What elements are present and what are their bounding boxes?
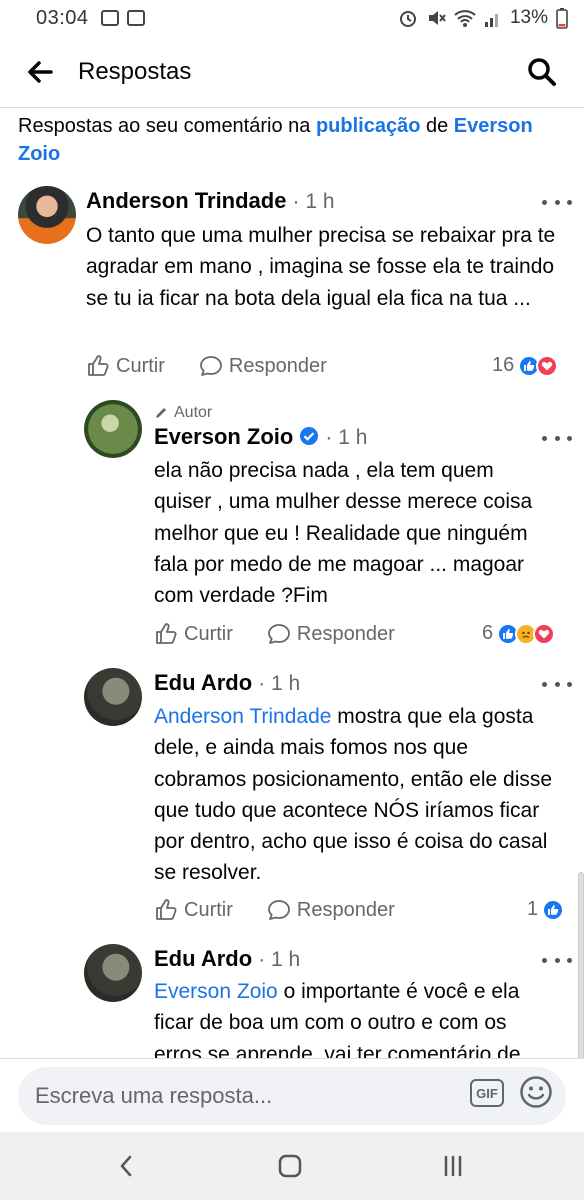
wifi-icon <box>454 10 476 27</box>
battery-icon <box>556 8 568 29</box>
emoji-icon[interactable] <box>519 1075 553 1109</box>
comment-text: Anderson Trindade mostra que ela gosta d… <box>154 705 553 885</box>
author-badge: Autor <box>154 404 212 422</box>
reaction-count: 1 <box>527 898 539 920</box>
comment-author[interactable]: Anderson Trindade <box>86 188 286 214</box>
arrow-left-icon <box>28 60 53 83</box>
reply-input[interactable]: Escreva uma resposta... GIF <box>18 1067 566 1125</box>
gif-button[interactable]: GIF <box>470 1079 504 1107</box>
reactions-summary[interactable]: 6 <box>482 622 556 645</box>
comment-text: Everson Zoio o importante é você e ela f… <box>154 980 521 1058</box>
comment-text: O tanto que uma mulher precisa se rebaix… <box>86 224 556 310</box>
comment-author[interactable]: Edu Ardo <box>154 670 252 696</box>
search-icon <box>528 57 556 86</box>
thumbs-up-icon <box>88 355 109 376</box>
voicemail-icon <box>100 10 119 26</box>
nav-back-button[interactable] <box>110 1150 142 1182</box>
comment-text: ela não precisa nada , ela tem quem quis… <box>154 459 533 608</box>
comment-bubble-icon <box>199 356 222 376</box>
comment-author[interactable]: Edu Ardo <box>154 946 252 972</box>
signal-icon <box>484 14 498 27</box>
reactions-summary[interactable]: 16 <box>492 354 559 377</box>
reactions-summary[interactable]: 1 <box>527 898 565 921</box>
like-button[interactable]: Curtir <box>154 898 233 922</box>
comment-bubble-icon <box>267 624 290 644</box>
verified-badge-icon <box>300 427 319 445</box>
more-options-button[interactable] <box>542 192 572 212</box>
like-reaction-icon <box>542 898 565 921</box>
thumbs-up-icon <box>156 899 177 920</box>
reply-context: Respostas ao seu comentário na publicaçã… <box>18 115 533 165</box>
page-title: Respostas <box>78 57 192 85</box>
love-reaction-icon <box>533 622 556 645</box>
love-reaction-icon <box>536 354 559 377</box>
comment-bubble-icon <box>267 900 290 920</box>
search-button[interactable] <box>522 52 562 92</box>
avatar[interactable] <box>84 944 142 1002</box>
more-options-button[interactable] <box>542 674 572 694</box>
more-options-button[interactable] <box>542 950 572 970</box>
status-time: 03:04 <box>36 6 89 29</box>
home-icon <box>278 1154 302 1178</box>
like-button[interactable]: Curtir <box>86 354 165 378</box>
reply-button[interactable]: Responder <box>267 622 395 646</box>
mention-link[interactable]: Anderson Trindade <box>154 705 331 728</box>
comment-time: · 1 h <box>258 672 301 695</box>
mute-icon <box>428 11 446 25</box>
chevron-left-icon <box>120 1155 132 1177</box>
status-bar: 03:04 13% <box>0 0 584 36</box>
reply-button[interactable]: Responder <box>199 354 327 378</box>
app-header: Respostas <box>0 36 584 108</box>
battery-percent: 13% <box>509 7 548 28</box>
alarm-icon <box>399 11 416 27</box>
avatar[interactable] <box>18 186 76 244</box>
nav-home-button[interactable] <box>274 1150 306 1182</box>
nav-recents-button[interactable] <box>437 1150 469 1182</box>
reply-composer: Escreva uma resposta... GIF <box>0 1058 584 1132</box>
system-nav-bar <box>0 1132 584 1200</box>
thumbs-up-icon <box>156 623 177 644</box>
comment-time: · 1 h <box>325 426 368 449</box>
reaction-count: 16 <box>492 354 515 376</box>
avatar[interactable] <box>84 400 142 458</box>
reply-button[interactable]: Responder <box>267 898 395 922</box>
back-button[interactable] <box>20 52 60 92</box>
media-icon <box>126 10 145 26</box>
reaction-count: 6 <box>482 622 494 644</box>
recents-icon <box>444 1155 462 1177</box>
like-button[interactable]: Curtir <box>154 622 233 646</box>
post-link[interactable]: publicação <box>316 115 420 137</box>
pencil-icon <box>156 408 166 418</box>
avatar[interactable] <box>84 668 142 726</box>
comment-author[interactable]: Everson Zoio <box>154 424 293 450</box>
comment-time: · 1 h <box>292 190 335 213</box>
more-options-button[interactable] <box>542 428 572 448</box>
reply-input-placeholder: Escreva uma resposta... <box>35 1083 273 1108</box>
mention-link[interactable]: Everson Zoio <box>154 980 278 1003</box>
comment-time: · 1 h <box>258 948 301 971</box>
